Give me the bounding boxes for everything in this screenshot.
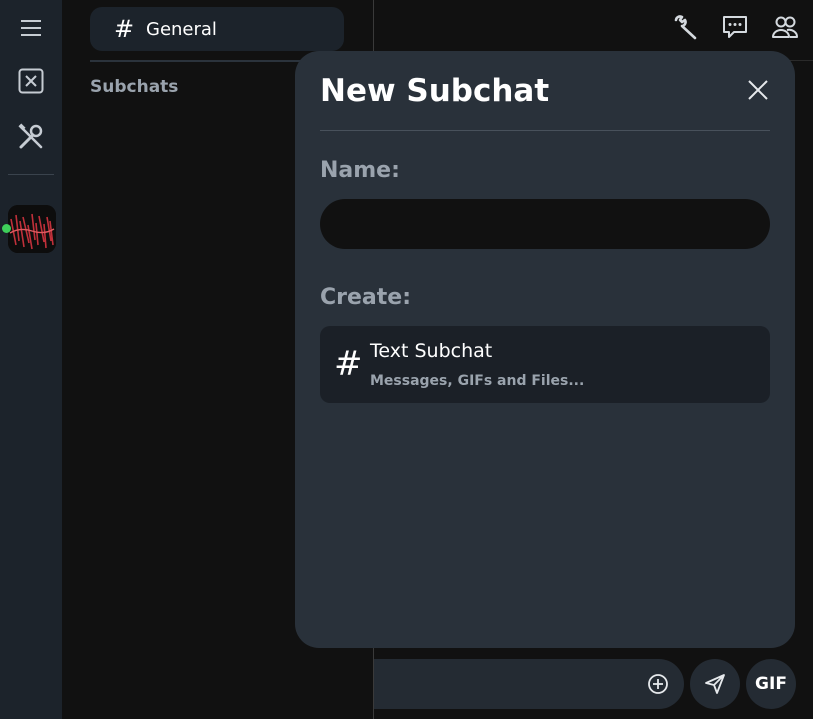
channel-item-general[interactable]: # General xyxy=(90,7,344,51)
close-box-icon[interactable] xyxy=(15,65,47,97)
message-input[interactable] xyxy=(374,659,684,709)
server-avatar-icon xyxy=(8,205,56,253)
tools-icon-glyph xyxy=(18,123,43,149)
app-window: # General Subchats GIF New Subchat Name:… xyxy=(0,0,813,719)
wrench-icon-glyph xyxy=(674,15,697,40)
close-icon-glyph xyxy=(748,80,768,100)
close-box-icon-glyph xyxy=(18,68,44,94)
hash-icon: # xyxy=(114,15,135,43)
left-rail xyxy=(0,0,62,719)
option-title: Text Subchat xyxy=(370,340,493,362)
gif-button[interactable]: GIF xyxy=(746,659,796,709)
hash-icon: # xyxy=(334,344,363,384)
send-icon xyxy=(705,674,725,694)
members-icon[interactable] xyxy=(770,12,800,42)
rail-divider xyxy=(8,174,54,175)
wrench-icon[interactable] xyxy=(670,12,700,42)
plus-circle-icon-glyph xyxy=(648,674,668,694)
name-input[interactable] xyxy=(320,199,770,249)
plus-circle-icon[interactable] xyxy=(645,671,671,697)
send-button[interactable] xyxy=(690,659,740,709)
create-text-subchat-option[interactable]: # Text Subchat Messages, GIFs and Files.… xyxy=(320,326,770,403)
channel-name: General xyxy=(146,18,217,40)
chat-bubble-icon-glyph xyxy=(723,16,747,38)
tools-icon[interactable] xyxy=(15,121,47,153)
option-description: Messages, GIFs and Files... xyxy=(370,373,585,389)
subchats-heading: Subchats xyxy=(90,77,179,97)
server-item[interactable] xyxy=(2,205,56,253)
modal-divider xyxy=(320,130,770,131)
chat-bubble-icon[interactable] xyxy=(720,12,750,42)
modal-title: New Subchat xyxy=(320,73,550,109)
new-subchat-modal: New Subchat Name: Create: # Text Subchat… xyxy=(295,51,795,648)
name-label: Name: xyxy=(320,158,400,183)
menu-icon-glyph xyxy=(21,20,41,36)
online-status-dot xyxy=(2,224,11,233)
close-icon[interactable] xyxy=(743,75,773,105)
create-label: Create: xyxy=(320,285,411,310)
members-icon-glyph xyxy=(772,16,798,38)
menu-icon[interactable] xyxy=(15,12,47,44)
